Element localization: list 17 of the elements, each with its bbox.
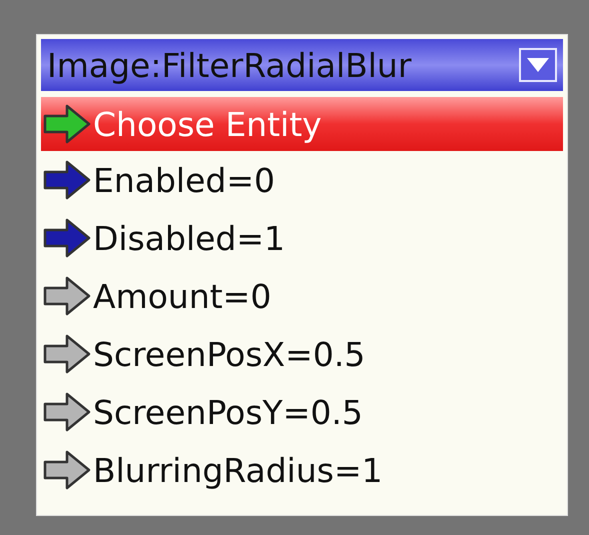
port-label: Choose Entity xyxy=(93,104,322,144)
dropdown-button[interactable] xyxy=(519,48,557,82)
port-label: Enabled=0 xyxy=(93,160,275,200)
node-port-row[interactable]: ScreenPosY=0.5 xyxy=(41,383,563,441)
node-port-row[interactable]: BlurringRadius=1 xyxy=(41,441,563,499)
node-port-row[interactable]: Amount=0 xyxy=(41,267,563,325)
node-port-row[interactable]: Enabled=0 xyxy=(41,151,563,209)
node-port-row[interactable]: ScreenPosX=0.5 xyxy=(41,325,563,383)
port-label: Amount=0 xyxy=(93,276,272,316)
port-label: ScreenPosX=0.5 xyxy=(93,334,366,374)
port-label: BlurringRadius=1 xyxy=(93,450,383,490)
node-title: Image:FilterRadialBlur xyxy=(47,46,412,84)
caret-icon xyxy=(526,57,550,73)
port-label: ScreenPosY=0.5 xyxy=(93,392,363,432)
node-port-row[interactable]: Choose Entity xyxy=(41,97,563,151)
port-label: Disabled=1 xyxy=(93,218,286,258)
node-port-row[interactable]: Disabled=1 xyxy=(41,209,563,267)
